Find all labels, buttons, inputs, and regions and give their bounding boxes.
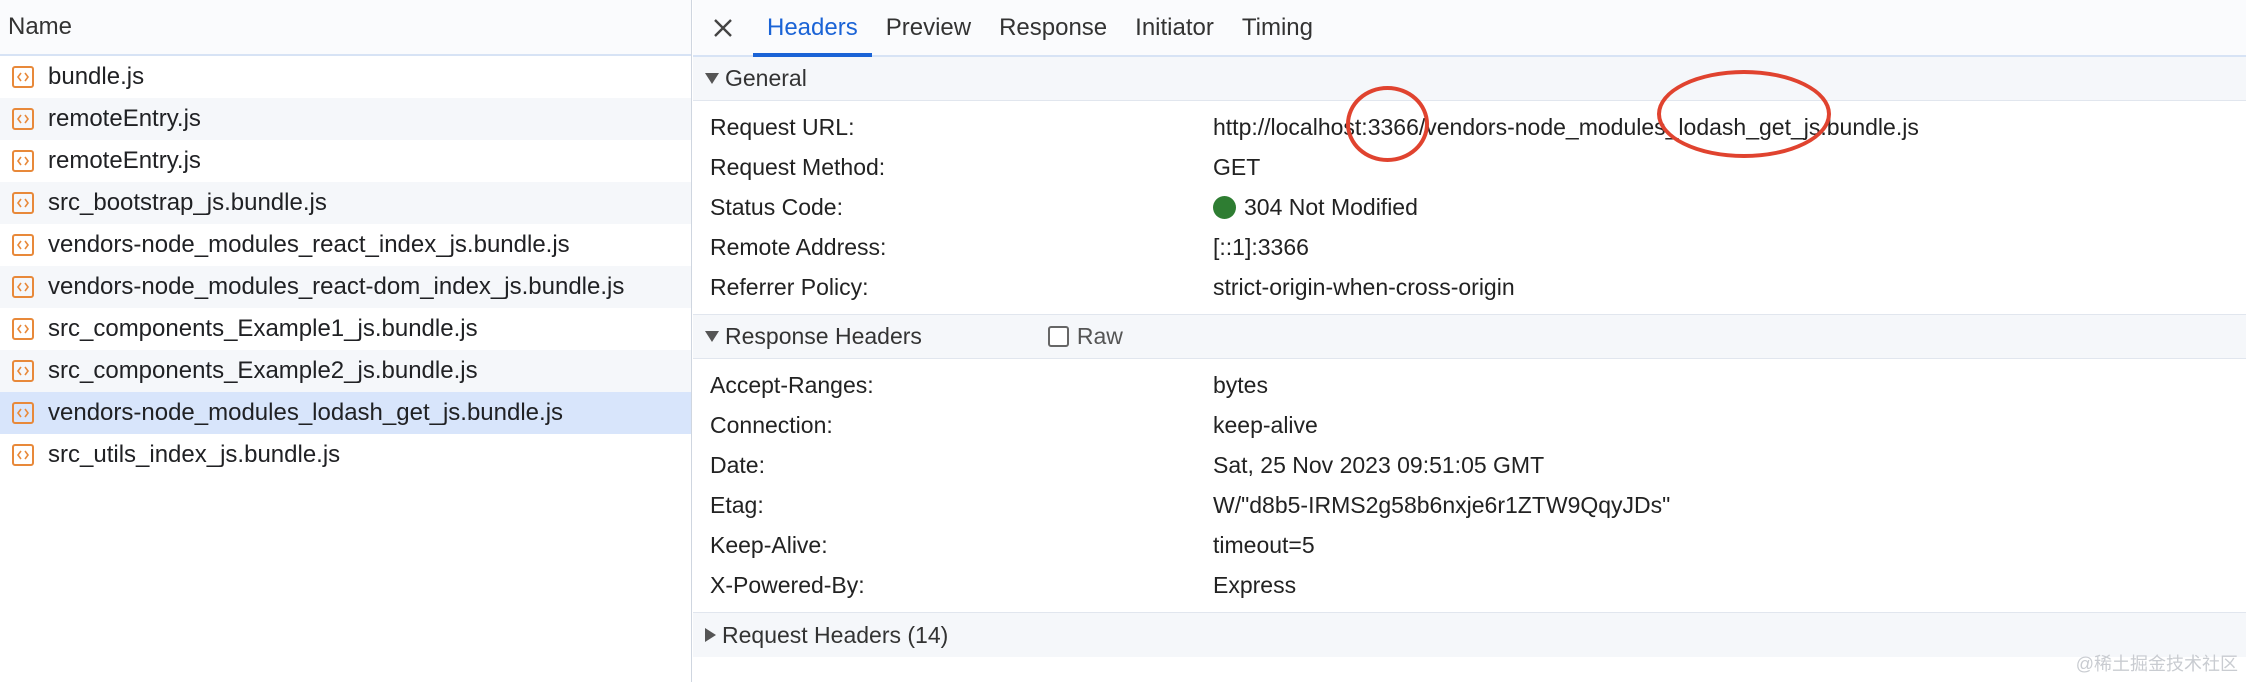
header-value: bytes (1213, 372, 1268, 398)
script-file-icon (12, 66, 34, 88)
tab-headers[interactable]: Headers (753, 0, 872, 57)
details-tab-bar: Headers Preview Response Initiator Timin… (693, 0, 2246, 57)
header-key: Referrer Policy: (710, 274, 869, 300)
request-url-value[interactable]: http://localhost:3366/vendors-node_modul… (1213, 114, 1919, 141)
request-name: src_bootstrap_js.bundle.js (48, 189, 327, 216)
request-name: bundle.js (48, 63, 145, 90)
header-row: Remote Address: [::1]:3366 (693, 226, 2246, 266)
request-name: remoteEntry.js (48, 105, 201, 132)
close-icon (714, 18, 732, 37)
header-value: timeout=5 (1213, 532, 1315, 558)
request-row[interactable]: vendors-node_modules_react_index_js.bund… (0, 224, 691, 266)
general-section-toggle[interactable]: General (693, 57, 2246, 101)
request-name: vendors-node_modules_react_index_js.bund… (48, 231, 570, 258)
header-key: Connection: (710, 412, 833, 438)
script-file-icon (12, 444, 34, 466)
request-name: src_components_Example2_js.bundle.js (48, 357, 478, 384)
close-details-button[interactable] (701, 0, 745, 55)
status-ok-icon (1213, 196, 1236, 219)
header-key: Request URL: (710, 114, 855, 140)
header-row: Date: Sat, 25 Nov 2023 09:51:05 GMT (693, 444, 2246, 484)
header-row: Request Method: GET (693, 146, 2246, 186)
name-column-label: Name (8, 13, 73, 40)
request-name: remoteEntry.js (48, 147, 201, 174)
raw-checkbox[interactable] (1047, 326, 1069, 347)
request-row[interactable]: src_utils_index_js.bundle.js (0, 434, 691, 476)
raw-label: Raw (1076, 323, 1123, 349)
header-value: GET (1213, 154, 1261, 180)
header-key: Remote Address: (710, 234, 887, 260)
response-headers-section-toggle[interactable]: Response Headers Raw (693, 315, 2246, 359)
request-details-pane: Headers Preview Response Initiator Timin… (693, 0, 2246, 682)
script-file-icon (12, 318, 34, 340)
caret-right-icon (705, 628, 716, 642)
status-text: 304 Not Modified (1244, 194, 1418, 220)
header-row: Request URL: http://localhost:3366/vendo… (693, 106, 2246, 146)
caret-down-icon (705, 73, 719, 84)
caret-down-icon (705, 331, 719, 342)
request-name: vendors-node_modules_lodash_get_js.bundl… (48, 399, 564, 426)
header-value: keep-alive (1213, 412, 1318, 438)
header-key: Keep-Alive: (710, 532, 828, 558)
header-key: Status Code: (710, 194, 843, 220)
tab-label: Response (999, 13, 1108, 41)
header-value: [::1]:3366 (1213, 234, 1309, 260)
script-file-icon (12, 402, 34, 424)
header-value: strict-origin-when-cross-origin (1213, 274, 1515, 300)
header-row: Referrer Policy: strict-origin-when-cros… (693, 266, 2246, 306)
header-row: Etag: W/"d8b5-IRMS2g58b6nxje6r1ZTW9QqyJD… (693, 484, 2246, 524)
header-row: Connection: keep-alive (693, 404, 2246, 444)
request-row[interactable]: src_bootstrap_js.bundle.js (0, 182, 691, 224)
request-row[interactable]: vendors-node_modules_react-dom_index_js.… (0, 266, 691, 308)
request-row[interactable]: remoteEntry.js (0, 140, 691, 182)
request-headers-title: Request Headers (14) (722, 621, 949, 648)
header-row: Keep-Alive: timeout=5 (693, 524, 2246, 564)
header-key: Etag: (710, 492, 764, 518)
request-row[interactable]: src_components_Example1_js.bundle.js (0, 308, 691, 350)
script-file-icon (12, 150, 34, 172)
raw-toggle[interactable]: Raw (1047, 323, 1123, 350)
header-key: X-Powered-By: (710, 572, 865, 598)
request-row[interactable]: remoteEntry.js (0, 98, 691, 140)
response-headers-section: Accept-Ranges: bytes Connection: keep-al… (693, 359, 2246, 613)
script-file-icon (12, 234, 34, 256)
request-headers-section-toggle[interactable]: Request Headers (14) (693, 613, 2246, 657)
header-row: X-Powered-By: Express (693, 564, 2246, 604)
header-value: Express (1213, 572, 1297, 598)
request-row[interactable]: src_components_Example2_js.bundle.js (0, 350, 691, 392)
header-row: Status Code: 304 Not Modified (693, 186, 2246, 226)
tab-response[interactable]: Response (985, 0, 1121, 55)
request-list-pane: Name bundle.js remoteEntry.js remoteEntr… (0, 0, 692, 682)
script-file-icon (12, 108, 34, 130)
tab-label: Timing (1241, 13, 1313, 41)
script-file-icon (12, 192, 34, 214)
header-value: Sat, 25 Nov 2023 09:51:05 GMT (1213, 452, 1545, 478)
request-row-selected[interactable]: vendors-node_modules_lodash_get_js.bundl… (0, 392, 691, 434)
request-name: src_components_Example1_js.bundle.js (48, 315, 478, 342)
script-file-icon (12, 276, 34, 298)
tab-label: Preview (885, 13, 972, 41)
tab-initiator[interactable]: Initiator (1121, 0, 1228, 55)
request-list: bundle.js remoteEntry.js remoteEntry.js … (0, 56, 691, 476)
request-row[interactable]: bundle.js (0, 56, 691, 98)
status-value: 304 Not Modified (1213, 194, 1418, 221)
tab-preview[interactable]: Preview (872, 0, 985, 55)
header-value: W/"d8b5-IRMS2g58b6nxje6r1ZTW9QqyJDs" (1213, 492, 1671, 518)
header-key: Request Method: (710, 154, 886, 180)
header-key: Date: (710, 452, 765, 478)
tab-label: Headers (767, 13, 858, 41)
request-name: vendors-node_modules_react-dom_index_js.… (48, 273, 625, 300)
header-row: Accept-Ranges: bytes (693, 364, 2246, 404)
script-file-icon (12, 360, 34, 382)
tab-label: Initiator (1135, 13, 1214, 41)
header-key: Accept-Ranges: (710, 372, 874, 398)
tab-timing[interactable]: Timing (1228, 0, 1327, 55)
general-section: Request URL: http://localhost:3366/vendo… (693, 101, 2246, 315)
request-name: src_utils_index_js.bundle.js (48, 441, 341, 468)
general-section-title: General (725, 65, 807, 91)
response-headers-title: Response Headers (725, 323, 922, 349)
name-column-header[interactable]: Name (0, 0, 691, 56)
watermark-text: @稀土掘金技术社区 (2075, 654, 2238, 674)
